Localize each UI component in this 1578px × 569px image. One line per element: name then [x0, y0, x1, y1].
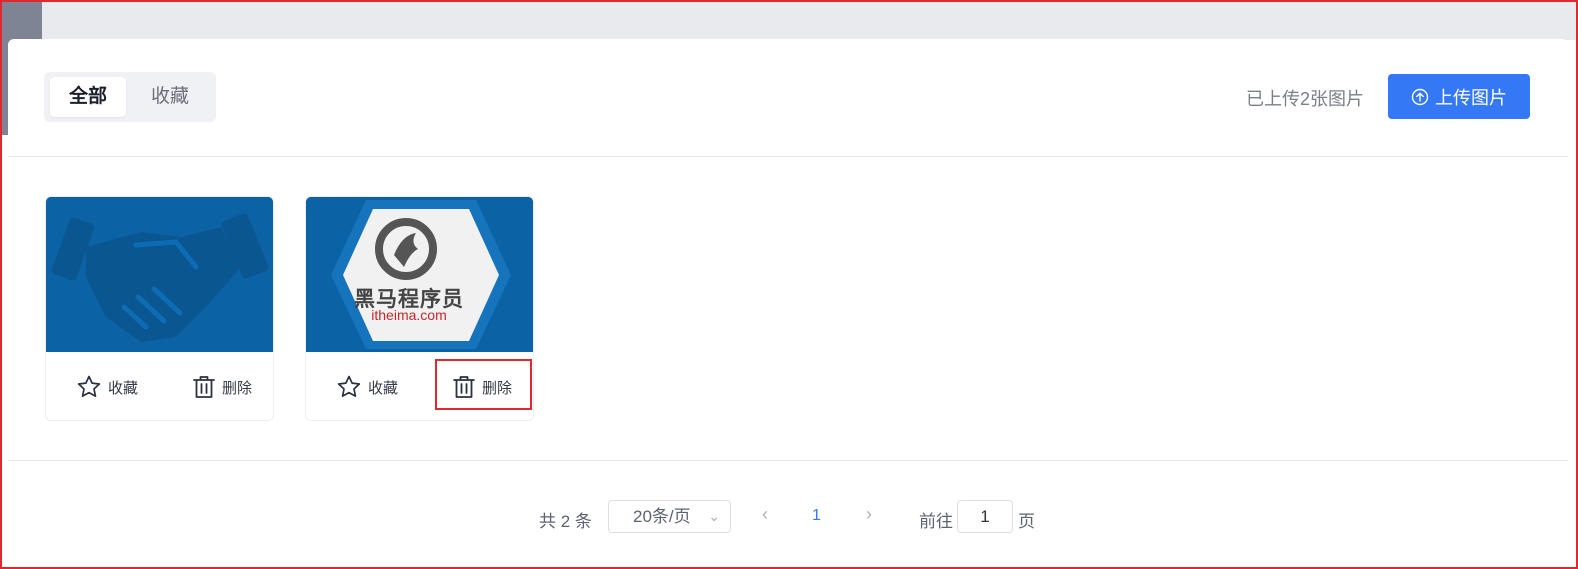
- favorite-button[interactable]: 收藏: [336, 370, 398, 404]
- upload-count-text: 已上传2张图片: [1245, 89, 1364, 109]
- chevron-right-icon[interactable]: ›: [866, 504, 872, 525]
- footer-divider: [8, 460, 1568, 461]
- pagination: 共 2 条 20条/页 ⌄ ‹ 1 › 前往 1 页: [0, 500, 1578, 534]
- image-actions: 收藏 删除: [306, 352, 533, 420]
- logo-url: itheima.com: [371, 307, 447, 323]
- top-strip: [0, 0, 1578, 40]
- page-size-value: 20条/页: [633, 507, 691, 526]
- image-card: 收藏 删除: [45, 196, 274, 421]
- upload-icon: [1411, 88, 1429, 105]
- total-count: 共 2 条: [539, 512, 592, 531]
- tab-group: 全部 收藏: [44, 72, 216, 122]
- image-card: 黑马程序员 itheima.com 收藏 删除: [305, 196, 534, 421]
- chevron-left-icon[interactable]: ‹: [762, 504, 768, 525]
- upload-button[interactable]: 上传图片: [1388, 74, 1530, 119]
- goto-label: 前往: [919, 512, 953, 531]
- favorite-label: 收藏: [368, 379, 399, 397]
- handshake-image[interactable]: [46, 197, 273, 352]
- page-size-select[interactable]: 20条/页 ⌄: [608, 500, 731, 533]
- delete-button[interactable]: 删除: [192, 370, 252, 404]
- star-icon: [337, 375, 361, 397]
- trash-icon: [193, 376, 215, 398]
- delete-label: 删除: [222, 379, 253, 397]
- page-unit-label: 页: [1018, 512, 1035, 531]
- itheima-logo-image[interactable]: 黑马程序员 itheima.com: [306, 197, 533, 352]
- star-icon: [77, 375, 101, 397]
- image-actions: 收藏 删除: [46, 352, 273, 420]
- chevron-down-icon: ⌄: [708, 508, 720, 524]
- delete-label: 删除: [482, 379, 513, 397]
- favorite-button[interactable]: 收藏: [76, 370, 138, 404]
- upload-button-label: 上传图片: [1435, 87, 1507, 108]
- header-divider: [8, 156, 1568, 157]
- favorite-label: 收藏: [108, 379, 139, 397]
- tab-favorites[interactable]: 收藏: [136, 77, 204, 117]
- tab-all[interactable]: 全部: [50, 77, 126, 117]
- page-number-current[interactable]: 1: [812, 507, 821, 525]
- goto-page-input[interactable]: 1: [957, 500, 1013, 533]
- trash-icon: [453, 376, 475, 398]
- delete-button[interactable]: 删除: [452, 370, 512, 404]
